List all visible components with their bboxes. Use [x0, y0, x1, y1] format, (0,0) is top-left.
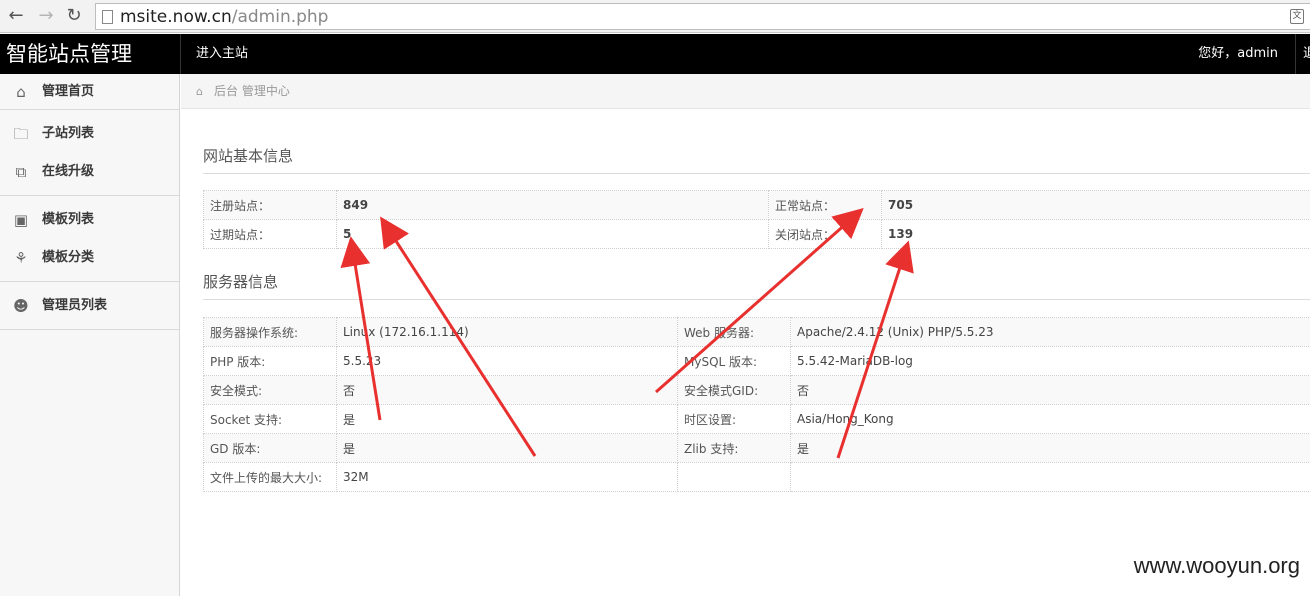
- expired-sites-label: 过期站点：: [203, 219, 337, 249]
- breadcrumb-text[interactable]: 后台 管理中心: [214, 74, 290, 109]
- info-value: Linux (172.16.1.114): [336, 317, 678, 347]
- sidebar-divider: [0, 281, 179, 282]
- info-label: [677, 462, 791, 492]
- sidebar-item-online-upgrade[interactable]: ⧉ 在线升级: [0, 154, 179, 190]
- presentation-icon: ▣: [13, 211, 29, 229]
- info-value: 5.5.42-MariaDB-log: [790, 346, 1310, 376]
- info-value: 否: [790, 375, 1310, 405]
- info-value: 32M: [336, 462, 678, 492]
- user-icon: ☻: [13, 297, 29, 315]
- forward-arrow-icon[interactable]: →: [36, 6, 56, 26]
- sidebar-item-label: 子站列表: [42, 126, 95, 141]
- browser-toolbar: ← → ↻ msite.now.cn/admin.php 文: [0, 0, 1310, 33]
- copy-icon: ⧉: [15, 163, 27, 181]
- info-label: GD 版本:: [203, 433, 337, 463]
- sidebar-item-label: 在线升级: [42, 164, 95, 179]
- user-greeting[interactable]: 您好，admin: [1160, 34, 1278, 74]
- site-info-table: 注册站点： 849 正常站点： 705 过期站点： 5 关闭站点： 139: [203, 190, 1310, 249]
- info-value: 5.5.23: [336, 346, 678, 376]
- watermark: www.wooyun.org: [1133, 553, 1300, 578]
- sidebar-divider: [0, 195, 179, 196]
- info-value: 是: [336, 433, 678, 463]
- info-value: Apache/2.4.12 (Unix) PHP/5.5.23: [790, 317, 1310, 347]
- section-divider: [203, 299, 1310, 300]
- sitemap-icon: ⚘: [14, 249, 28, 267]
- home-icon[interactable]: ⌂: [196, 85, 203, 98]
- table-row: GD 版本: 是 Zlib 支持: 是: [203, 433, 1310, 463]
- page-icon: [102, 10, 113, 24]
- folder-icon: 🗀: [13, 125, 29, 143]
- table-row: 文件上传的最大大小: 32M: [203, 462, 1310, 492]
- sidebar-item-subsite-list[interactable]: 🗀 子站列表: [0, 116, 179, 152]
- top-navbar: 智能站点管理 进入主站 您好，admin 退出: [0, 34, 1310, 101]
- address-bar[interactable]: msite.now.cn/admin.php 文: [95, 3, 1310, 30]
- expired-sites-value: 5: [336, 219, 769, 249]
- sidebar-item-admin-list[interactable]: ☻ 管理员列表: [0, 288, 179, 324]
- sidebar-item-template-category[interactable]: ⚘ 模板分类: [0, 240, 179, 276]
- navbar-divider: [1295, 34, 1296, 74]
- back-arrow-icon[interactable]: ←: [6, 6, 26, 26]
- table-row: 注册站点： 849 正常站点： 705: [203, 190, 1310, 220]
- sidebar-item-label: 模板列表: [42, 212, 95, 227]
- url-text: msite.now.cn/admin.php: [120, 7, 329, 27]
- info-label: 文件上传的最大大小:: [203, 462, 337, 492]
- server-info-table: 服务器操作系统: Linux (172.16.1.114) Web 服务器: A…: [203, 317, 1310, 492]
- sidebar-divider: [0, 109, 179, 110]
- sidebar-item-template-list[interactable]: ▣ 模板列表: [0, 202, 179, 238]
- info-label: Socket 支持:: [203, 404, 337, 434]
- sidebar-item-admin-home[interactable]: ⌂ 管理首页: [0, 74, 179, 110]
- table-row: 服务器操作系统: Linux (172.16.1.114) Web 服务器: A…: [203, 317, 1310, 347]
- reload-icon[interactable]: ↻: [64, 6, 84, 26]
- translate-icon[interactable]: 文: [1290, 9, 1304, 24]
- sidebar-divider: [0, 329, 179, 330]
- sidebar-item-label: 模板分类: [42, 250, 95, 265]
- closed-sites-label: 关闭站点：: [768, 219, 882, 249]
- enter-main-site-link[interactable]: 进入主站: [196, 34, 248, 74]
- active-sites-label: 正常站点：: [768, 190, 882, 220]
- info-value: [790, 462, 1310, 492]
- sidebar-item-label: 管理员列表: [42, 298, 108, 313]
- table-row: Socket 支持: 是 时区设置: Asia/Hong_Kong: [203, 404, 1310, 434]
- table-row: 过期站点： 5 关闭站点： 139: [203, 219, 1310, 249]
- site-info-title: 网站基本信息: [203, 147, 294, 165]
- brand-title: 智能站点管理: [6, 42, 132, 66]
- section-divider: [203, 173, 1310, 174]
- info-label: 服务器操作系统:: [203, 317, 337, 347]
- home-icon: ⌂: [16, 83, 26, 101]
- registered-sites-label: 注册站点：: [203, 190, 337, 220]
- info-label: Zlib 支持:: [677, 433, 791, 463]
- info-value: 是: [790, 433, 1310, 463]
- sidebar: ⌂ 管理首页 🗀 子站列表 ⧉ 在线升级 ▣ 模板列表 ⚘ 模板分类 ☻ 管理员…: [0, 74, 180, 596]
- info-label: PHP 版本:: [203, 346, 337, 376]
- info-label: 时区设置:: [677, 404, 791, 434]
- table-row: PHP 版本: 5.5.23 MySQL 版本: 5.5.42-MariaDB-…: [203, 346, 1310, 376]
- server-info-title: 服务器信息: [203, 273, 279, 291]
- info-label: Web 服务器:: [677, 317, 791, 347]
- info-value: 否: [336, 375, 678, 405]
- info-value: Asia/Hong_Kong: [790, 404, 1310, 434]
- closed-sites-value: 139: [881, 219, 1310, 249]
- info-label: 安全模式:: [203, 375, 337, 405]
- registered-sites-value: 849: [336, 190, 769, 220]
- active-sites-value: 705: [881, 190, 1310, 220]
- navbar-divider: [180, 34, 181, 74]
- info-label: 安全模式GID:: [677, 375, 791, 405]
- breadcrumb: ⌂ 后台 管理中心: [181, 74, 1310, 109]
- sidebar-item-label: 管理首页: [42, 84, 95, 99]
- info-label: MySQL 版本:: [677, 346, 791, 376]
- info-value: 是: [336, 404, 678, 434]
- table-row: 安全模式: 否 安全模式GID: 否: [203, 375, 1310, 405]
